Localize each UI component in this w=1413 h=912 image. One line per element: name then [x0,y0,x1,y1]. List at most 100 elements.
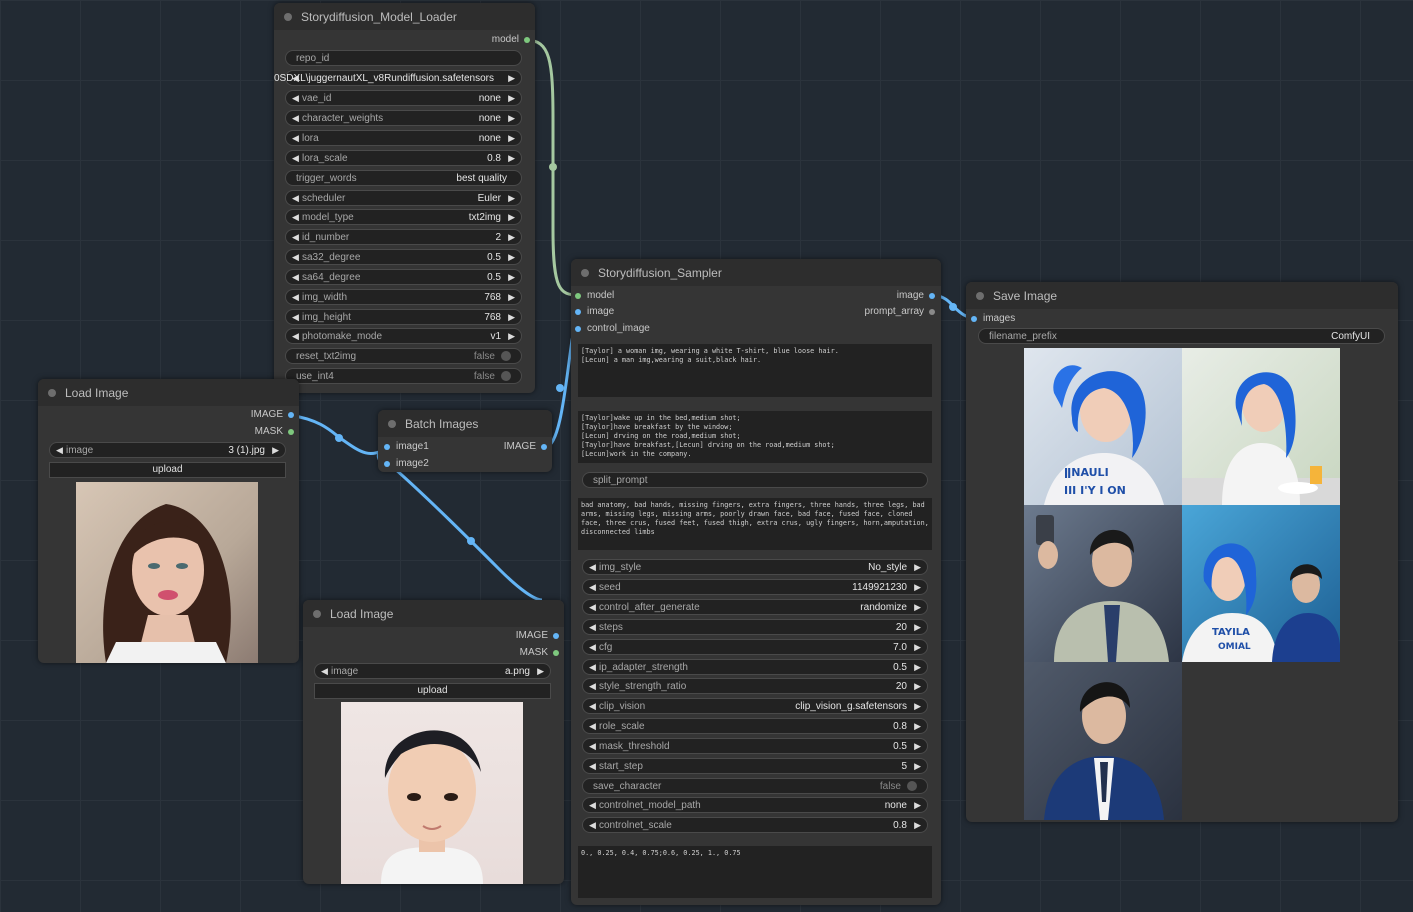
input-image2[interactable]: image2 [384,458,429,470]
right-arrow-icon[interactable]: ▶ [911,642,921,653]
right-arrow-icon[interactable]: ▶ [911,582,921,593]
output-model[interactable]: model [492,34,530,46]
scene-prompts-textarea[interactable]: [Taylor]wake up in the bed,medium shot; … [578,411,932,463]
left-arrow-icon[interactable]: ◀ [589,662,599,673]
left-arrow-icon[interactable]: ◀ [292,113,302,124]
output-dot-icon[interactable] [553,650,559,656]
controlnet-scale-widget[interactable]: ◀ controlnet_scale 0.8 ▶ [582,817,928,833]
left-arrow-icon[interactable]: ◀ [292,331,302,342]
right-arrow-icon[interactable]: ▶ [911,820,921,831]
start-step-widget[interactable]: ◀ start_step 5 ▶ [582,758,928,774]
left-arrow-icon[interactable]: ◀ [292,252,302,263]
id-number-widget[interactable]: ◀ id_number 2 ▶ [285,229,522,245]
output-mask[interactable]: MASK [520,647,559,659]
left-arrow-icon[interactable]: ◀ [321,666,331,677]
output-dot-icon[interactable] [929,309,935,315]
image-select-widget[interactable]: ◀ image a.png ▶ [314,663,551,679]
character-prompt-textarea[interactable]: [Taylor] a woman img, wearing a white T-… [578,344,932,397]
img-width-widget[interactable]: ◀ img_width 768 ▶ [285,289,522,305]
save-link-midpoint[interactable] [949,303,957,311]
collapse-dot-icon[interactable] [581,268,589,277]
sa64-degree-widget[interactable]: ◀ sa64_degree 0.5 ▶ [285,269,522,285]
right-arrow-icon[interactable]: ▶ [505,193,515,204]
save-image-node[interactable]: Save Image images filename_prefix ComfyU… [966,282,1398,822]
right-arrow-icon[interactable]: ▶ [505,252,515,263]
controlnet-model-path-widget[interactable]: ◀ controlnet_model_path none ▶ [582,797,928,813]
batch-images-node[interactable]: Batch Images image1 image2 IMAGE [378,410,552,472]
negative-prompt-textarea[interactable]: bad anatomy, bad hands, missing fingers,… [578,498,932,550]
toggle-knob-icon[interactable] [501,371,511,381]
load-image-node-1[interactable]: Load Image IMAGE MASK ◀ image 3 (1).jpg … [38,379,299,663]
clip-vision-widget[interactable]: ◀ clip_vision clip_vision_g.safetensors … [582,698,928,714]
left-arrow-icon[interactable]: ◀ [292,153,302,164]
right-arrow-icon[interactable]: ▶ [505,272,515,283]
scheduler-widget[interactable]: ◀ scheduler Euler ▶ [285,190,522,206]
right-arrow-icon[interactable]: ▶ [534,666,544,677]
trigger-words-widget[interactable]: trigger_words best quality [285,170,522,186]
model-type-widget[interactable]: ◀ model_type txt2img ▶ [285,209,522,225]
right-arrow-icon[interactable]: ▶ [911,701,921,712]
output-dot-icon[interactable] [288,412,294,418]
output-image[interactable]: IMAGE [251,409,294,421]
collapse-dot-icon[interactable] [284,12,292,21]
image-link-3[interactable] [393,466,543,602]
layout-textarea[interactable]: 0., 0.25, 0.4, 0.75;0.6, 0.25, 1., 0.75 [578,846,932,898]
right-arrow-icon[interactable]: ▶ [505,93,515,104]
save-character-toggle[interactable]: save_character false [582,778,928,794]
output-dot-icon[interactable] [288,429,294,435]
output-image-2[interactable] [1182,348,1340,505]
photomake-mode-widget[interactable]: ◀ photomake_mode v1 ▶ [285,328,522,344]
node-title-bar[interactable]: Storydiffusion_Model_Loader [274,3,535,30]
left-arrow-icon[interactable]: ◀ [589,800,599,811]
left-arrow-icon[interactable]: ◀ [292,312,302,323]
node-title-bar[interactable]: Save Image [966,282,1398,309]
output-dot-icon[interactable] [929,293,935,299]
img-style-widget[interactable]: ◀ img_style No_style ▶ [582,559,928,575]
model-link-midpoint[interactable] [549,163,557,171]
right-arrow-icon[interactable]: ▶ [505,113,515,124]
right-arrow-icon[interactable]: ▶ [911,602,921,613]
lora-widget[interactable]: ◀ lora none ▶ [285,130,522,146]
repo-id-widget[interactable]: repo_id [285,50,522,66]
toggle-knob-icon[interactable] [501,351,511,361]
upload-button[interactable]: upload [314,683,551,699]
input-dot-icon[interactable] [575,326,581,332]
character-weights-widget[interactable]: ◀ character_weights none ▶ [285,110,522,126]
output-image-3[interactable] [1024,505,1182,662]
output-image-4[interactable]: TAYILA OMIAL [1182,505,1340,662]
cfg-widget[interactable]: ◀ cfg 7.0 ▶ [582,639,928,655]
output-image-5[interactable] [1024,662,1182,820]
use-int4-toggle[interactable]: use_int4 false [285,368,522,384]
sampler-node[interactable]: Storydiffusion_Sampler model image contr… [571,259,941,905]
lora-scale-widget[interactable]: ◀ lora_scale 0.8 ▶ [285,150,522,166]
right-arrow-icon[interactable]: ▶ [911,562,921,573]
input-control-image[interactable]: control_image [575,323,650,335]
mask-threshold-widget[interactable]: ◀ mask_threshold 0.5 ▶ [582,738,928,754]
control-after-generate-widget[interactable]: ◀ control_after_generate randomize ▶ [582,599,928,615]
right-arrow-icon[interactable]: ▶ [505,331,515,342]
left-arrow-icon[interactable]: ◀ [589,761,599,772]
left-arrow-icon[interactable]: ◀ [292,232,302,243]
img-height-widget[interactable]: ◀ img_height 768 ▶ [285,309,522,325]
right-arrow-icon[interactable]: ▶ [911,761,921,772]
input-dot-icon[interactable] [575,309,581,315]
right-arrow-icon[interactable]: ▶ [911,800,921,811]
left-arrow-icon[interactable]: ◀ [56,445,66,456]
output-image-1[interactable]: ǁNAULI III I'Y I ON [1024,348,1182,505]
left-arrow-icon[interactable]: ◀ [292,292,302,303]
style-strength-ratio-widget[interactable]: ◀ style_strength_ratio 20 ▶ [582,678,928,694]
left-arrow-icon[interactable]: ◀ [589,642,599,653]
input-dot-icon[interactable] [971,316,977,322]
left-arrow-icon[interactable]: ◀ [589,602,599,613]
left-arrow-icon[interactable]: ◀ [292,272,302,283]
left-arrow-icon[interactable]: ◀ [292,93,302,104]
output-image[interactable]: IMAGE [504,441,547,453]
reset-txt2img-toggle[interactable]: reset_txt2img false [285,348,522,364]
upload-button[interactable]: upload [49,462,286,478]
left-arrow-icon[interactable]: ◀ [292,212,302,223]
collapse-dot-icon[interactable] [976,291,984,300]
input-images[interactable]: images [971,313,1015,325]
right-arrow-icon[interactable]: ▶ [911,741,921,752]
node-title-bar[interactable]: Storydiffusion_Sampler [571,259,941,286]
model-loader-node[interactable]: Storydiffusion_Model_Loader model repo_i… [274,3,535,393]
